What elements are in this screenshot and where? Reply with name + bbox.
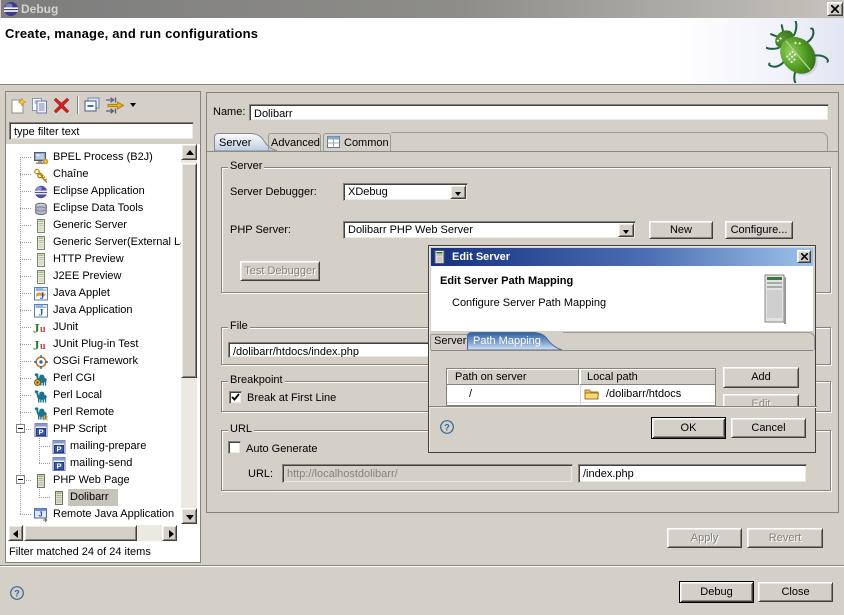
svg-text:R: R [43, 416, 48, 422]
svg-text:?: ? [14, 589, 20, 599]
svg-text:J: J [33, 321, 40, 336]
svg-text:u: u [40, 324, 46, 335]
svg-text:J: J [39, 512, 43, 519]
svg-text:?: ? [444, 423, 450, 433]
svg-text:P: P [38, 428, 43, 437]
svg-text:u: u [40, 341, 46, 352]
svg-text:J: J [33, 338, 40, 353]
svg-text:P: P [56, 462, 61, 471]
svg-text:J: J [40, 291, 45, 301]
svg-text:P: P [56, 445, 61, 454]
svg-text:J: J [39, 309, 44, 319]
